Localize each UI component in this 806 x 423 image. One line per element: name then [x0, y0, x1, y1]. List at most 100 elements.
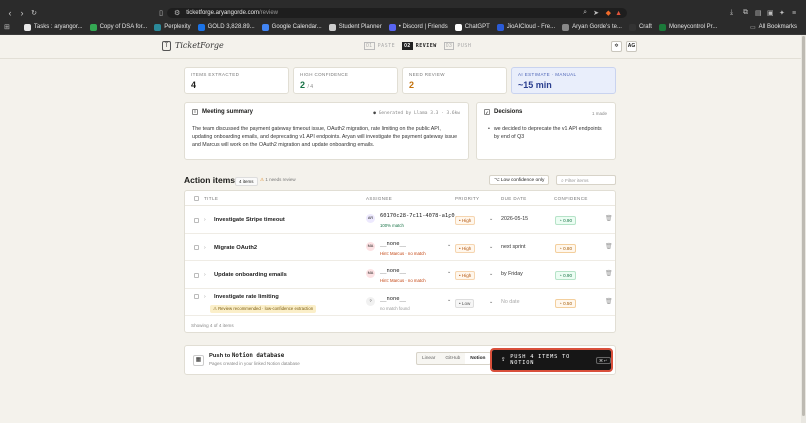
bookmark-item[interactable]: Aryan Gorde's te...: [562, 23, 622, 31]
apps-grid-icon[interactable]: ⊞: [4, 23, 10, 31]
summary-meta-text: Generated by Llama 3.3 · 3.6kw: [378, 111, 460, 116]
bookmark-item[interactable]: JioAICloud - Fre...: [496, 23, 555, 31]
priority-badge[interactable]: • High: [455, 216, 476, 225]
bookmark-item[interactable]: Perplexity: [154, 23, 191, 31]
bookmark-panel-icon[interactable]: ▯: [155, 9, 167, 17]
col-priority: PRIORITY: [455, 196, 480, 201]
step-paste[interactable]: 01 PASTE: [364, 42, 395, 50]
settings-button[interactable]: ✲: [611, 41, 622, 52]
trash-icon[interactable]: 🗑: [605, 270, 613, 277]
assignee-dropdown-icon[interactable]: ⌄: [447, 214, 451, 220]
priority-badge[interactable]: • Low: [455, 298, 475, 308]
reload-icon[interactable]: ↻: [28, 9, 40, 17]
zoom-icon[interactable]: ⌕: [583, 9, 587, 17]
user-avatar[interactable]: AG: [626, 41, 637, 52]
assignee-dropdown-icon[interactable]: ⌄: [447, 242, 451, 248]
bookmark-favicon-icon: [658, 23, 666, 31]
assignee-dropdown-icon[interactable]: ⌄: [447, 269, 451, 275]
summary-meta: ● Generated by Llama 3.3 · 3.6kw: [373, 111, 460, 116]
bookmark-item[interactable]: Google Calendar...: [261, 23, 322, 31]
due-date[interactable]: next sprint: [501, 244, 525, 250]
due-date[interactable]: by Friday: [501, 271, 523, 277]
row-checkbox[interactable]: [194, 217, 199, 223]
assignee-value[interactable]: __none__: [380, 268, 406, 274]
priority-dropdown-icon[interactable]: ⌄: [489, 271, 493, 277]
rewards-icon[interactable]: ▲: [615, 10, 622, 17]
item-title[interactable]: Investigate rate limiting: [214, 294, 279, 300]
expand-chevron-icon[interactable]: ›: [204, 294, 206, 300]
stat-value: ~15 min: [518, 80, 552, 90]
expand-chevron-icon[interactable]: ›: [204, 272, 206, 278]
low-confidence-toggle[interactable]: ⌥ Low confidence only: [489, 175, 550, 185]
trash-icon[interactable]: 🗑: [605, 243, 613, 250]
decision-text: we decided to deprecate the v1 API endpo…: [493, 126, 602, 140]
assignee-value[interactable]: __none__: [380, 241, 406, 247]
bookmark-item[interactable]: GOLD 3,828.89...: [197, 23, 255, 31]
share-icon[interactable]: ➤: [593, 9, 599, 17]
priority-dropdown-icon[interactable]: ⌄: [489, 299, 493, 305]
push-to-notion-button[interactable]: ⇪ PUSH 4 ITEMS TO NOTION ⌘↵: [490, 348, 613, 372]
all-bookmarks-link[interactable]: ▭ All Bookmarks: [750, 24, 797, 31]
priority-badge[interactable]: • High: [455, 271, 476, 280]
confidence-badge: ◔ 0.80: [555, 243, 577, 253]
destination-github[interactable]: GitHub: [440, 353, 465, 364]
extensions-icon[interactable]: ⧉: [743, 9, 748, 17]
bookmark-label: ChatGPT: [464, 24, 490, 30]
bookmark-item[interactable]: Student Planner: [328, 23, 382, 31]
gear-icon: ✲: [614, 43, 619, 49]
expand-chevron-icon[interactable]: ›: [204, 245, 206, 251]
confidence-icon: ◔: [559, 300, 562, 306]
priority-dropdown-icon[interactable]: ⌄: [489, 244, 493, 250]
assignee-dropdown-icon[interactable]: ⌄: [447, 297, 451, 303]
address-bar[interactable]: ⚙ ticketforge.aryangorde.com/review ⌕ ➤ …: [167, 8, 627, 18]
site-settings-icon[interactable]: ⚙: [174, 9, 180, 17]
trash-icon[interactable]: 🗑: [605, 215, 613, 222]
menu-icon[interactable]: ≡: [792, 10, 796, 17]
item-title[interactable]: Migrate OAuth2: [214, 245, 257, 251]
assignee-value[interactable]: __none__: [380, 296, 406, 302]
table-row[interactable]: › Migrate OAuth2 MA __none__ Hint: Marcus · …: [185, 234, 615, 261]
table-row[interactable]: › Investigate Stripe timeout AR 60170c28-7c…: [185, 206, 615, 234]
filter-input[interactable]: ⌕ Filter items: [556, 175, 616, 185]
destination-notion[interactable]: Notion: [465, 353, 491, 364]
bookmark-item[interactable]: ChatGPT: [454, 23, 490, 31]
confidence-value: 0.50: [563, 300, 573, 306]
bookmark-item[interactable]: Tasks : aryangor...: [23, 23, 83, 31]
bookmark-item[interactable]: Copy of DSA for...: [89, 23, 147, 31]
trash-icon[interactable]: 🗑: [605, 298, 613, 305]
priority-dropdown-icon[interactable]: ⌄: [489, 216, 493, 222]
assignee-avatar: MA: [366, 269, 375, 278]
forward-icon[interactable]: ›: [16, 8, 28, 18]
wallet-icon[interactable]: ▣: [767, 9, 774, 17]
priority-badge[interactable]: • High: [455, 243, 476, 253]
row-checkbox[interactable]: [194, 272, 199, 278]
expand-chevron-icon[interactable]: ›: [204, 217, 206, 223]
browser-toolbar: ‹ › ↻ ▯ ⚙ ticketforge.aryangorde.com/rev…: [0, 6, 806, 20]
due-date[interactable]: 2026-05-15: [501, 216, 528, 222]
table-row[interactable]: › Update onboarding emails MA __none__ Hint:…: [185, 261, 615, 289]
leo-icon[interactable]: ✦: [779, 9, 785, 17]
bookmark-item[interactable]: • Discord | Friends: [388, 23, 448, 31]
stat-value: 2: [409, 80, 415, 90]
due-date[interactable]: No date: [501, 299, 520, 305]
destination-linear[interactable]: Linear: [417, 353, 440, 364]
step-review[interactable]: 02 REVIEW: [402, 42, 437, 50]
item-title[interactable]: Investigate Stripe timeout: [214, 217, 285, 223]
scrollbar-thumb[interactable]: [802, 36, 805, 416]
assignee-value[interactable]: 60170c28-7c11-4078-a1c0...: [380, 213, 464, 219]
bookmark-item[interactable]: Moneycontrol Pr...: [658, 23, 717, 31]
downloads-icon[interactable]: ⤓: [730, 9, 733, 17]
brave-shield-icon[interactable]: ◆: [606, 9, 611, 17]
item-title[interactable]: Update onboarding emails: [214, 272, 287, 278]
back-icon[interactable]: ‹: [4, 8, 16, 18]
table-row[interactable]: › Investigate rate limiting ⚠ Review recom…: [185, 289, 615, 316]
select-all-checkbox[interactable]: [194, 196, 199, 201]
row-checkbox[interactable]: [194, 245, 199, 250]
bookmark-item[interactable]: Craft: [628, 23, 652, 31]
confidence-badge: ◔ 0.90: [555, 271, 577, 280]
row-checkbox[interactable]: [194, 294, 199, 299]
bookmark-label: GOLD 3,828.89...: [207, 24, 255, 30]
upload-icon: ⇪: [501, 357, 507, 363]
sidebar-icon[interactable]: ▤: [755, 9, 762, 17]
step-push[interactable]: 03 PUSH: [443, 42, 472, 50]
